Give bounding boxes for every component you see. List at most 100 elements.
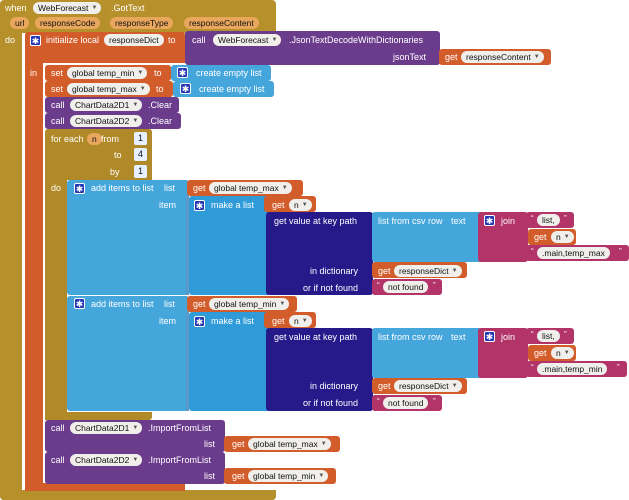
chevron-down-icon: ▼ bbox=[271, 37, 278, 43]
add-item-label: item bbox=[159, 200, 177, 210]
param-response-code[interactable]: responseCode bbox=[35, 17, 101, 29]
quote-icon: ” bbox=[564, 214, 567, 223]
not-found-label: or if not found bbox=[303, 283, 359, 293]
loop-var-n[interactable]: n bbox=[87, 133, 102, 145]
chevron-down-icon: ▼ bbox=[301, 318, 308, 324]
set-temp-min-dropdown[interactable]: global temp_min ▼ bbox=[67, 67, 148, 79]
chevron-down-icon: ▼ bbox=[132, 118, 139, 124]
param-response-type[interactable]: responseType bbox=[110, 17, 174, 29]
json-component-dropdown[interactable]: WebForecast ▼ bbox=[213, 34, 282, 46]
mutator-gear-icon[interactable]: ✱ bbox=[484, 331, 495, 342]
make-a-list-label: make a list bbox=[211, 316, 255, 326]
key-path-label: get value at key path bbox=[274, 332, 358, 342]
get-n-dropdown[interactable]: n ▼ bbox=[289, 315, 312, 327]
get-n-dropdown[interactable]: n ▼ bbox=[551, 231, 574, 243]
csv-label: list from csv row bbox=[378, 216, 443, 226]
import-method-2: .ImportFromList bbox=[148, 455, 212, 465]
get-label: get bbox=[193, 299, 206, 309]
csv-text-label: text bbox=[451, 332, 466, 342]
chevron-down-icon: ▼ bbox=[563, 234, 570, 240]
add-items-block-2[interactable] bbox=[67, 296, 189, 411]
text-list-value[interactable]: list, bbox=[537, 330, 560, 342]
get-dict-dropdown[interactable]: responseDict ▼ bbox=[394, 265, 462, 277]
chevron-down-icon: ▼ bbox=[533, 54, 540, 60]
json-method: .JsonTextDecodeWithDictionaries bbox=[289, 35, 424, 45]
get-label: get bbox=[232, 439, 245, 449]
key-path-label: get value at key path bbox=[274, 216, 358, 226]
get-label: get bbox=[272, 316, 285, 326]
chevron-down-icon: ▼ bbox=[563, 350, 570, 356]
param-response-content[interactable]: responseContent bbox=[184, 17, 259, 29]
mutator-gear-icon[interactable]: ✱ bbox=[177, 67, 188, 78]
init-local-bottom bbox=[25, 483, 185, 491]
mutator-gear-icon[interactable]: ✱ bbox=[180, 83, 191, 94]
not-found-text-value[interactable]: not found bbox=[383, 281, 429, 293]
chevron-down-icon: ▼ bbox=[132, 425, 139, 431]
from-label: from bbox=[101, 134, 119, 144]
for-each-label: for each bbox=[51, 134, 84, 144]
in-dictionary-label: in dictionary bbox=[310, 266, 359, 276]
mutator-gear-icon[interactable]: ✱ bbox=[74, 298, 85, 309]
text-path-value[interactable]: .main,temp_min bbox=[537, 363, 608, 375]
get-list-var-dropdown-1[interactable]: global temp_max ▼ bbox=[209, 182, 292, 194]
clear-chart1-dropdown[interactable]: ChartData2D1 ▼ bbox=[70, 99, 143, 111]
not-found-text-value[interactable]: not found bbox=[383, 397, 429, 409]
quote-icon: ” bbox=[433, 397, 436, 406]
do-label: do bbox=[5, 35, 16, 45]
chevron-down-icon: ▼ bbox=[281, 185, 288, 191]
get-n-dropdown[interactable]: n ▼ bbox=[551, 347, 574, 359]
get-label: get bbox=[534, 232, 547, 242]
text-list-value[interactable]: list, bbox=[537, 214, 560, 226]
set-label: set bbox=[51, 84, 64, 94]
set-to-label: to bbox=[154, 68, 162, 78]
in-label: in bbox=[30, 68, 38, 78]
add-items-label: add items to list bbox=[91, 299, 154, 309]
param-url[interactable]: url bbox=[10, 17, 30, 29]
get-label: get bbox=[378, 381, 391, 391]
from-value[interactable]: 1 bbox=[134, 132, 147, 145]
init-local-label: initialize local bbox=[46, 35, 100, 45]
chevron-down-icon: ▼ bbox=[132, 102, 139, 108]
event-block-bottom bbox=[0, 490, 276, 500]
to-value[interactable]: 4 bbox=[134, 148, 147, 161]
get-dict-dropdown[interactable]: responseDict ▼ bbox=[394, 380, 462, 392]
text-path-value[interactable]: .main,temp_max bbox=[537, 247, 610, 259]
import-chart2-dropdown[interactable]: ChartData2D2 ▼ bbox=[70, 454, 143, 466]
get-n-dropdown[interactable]: n ▼ bbox=[289, 199, 312, 211]
add-items-label: add items to list bbox=[91, 183, 154, 193]
get-list-var-dropdown-2[interactable]: global temp_min ▼ bbox=[209, 298, 290, 310]
mutator-gear-icon[interactable]: ✱ bbox=[194, 200, 205, 211]
chevron-down-icon: ▼ bbox=[451, 268, 458, 274]
add-items-block-1[interactable] bbox=[67, 180, 189, 295]
event-component-dropdown[interactable]: WebForecast ▼ bbox=[33, 2, 102, 14]
local-var-name[interactable]: responseDict bbox=[104, 34, 164, 46]
chevron-down-icon: ▼ bbox=[320, 441, 327, 447]
quote-icon: ” bbox=[617, 363, 620, 372]
loop-do-label: do bbox=[51, 183, 62, 193]
chevron-down-icon: ▼ bbox=[301, 202, 308, 208]
import-list-label-1: list bbox=[204, 439, 215, 449]
mutator-gear-icon[interactable]: ✱ bbox=[484, 215, 495, 226]
to-label: to bbox=[114, 150, 122, 160]
mutator-gear-icon[interactable]: ✱ bbox=[30, 35, 41, 46]
by-value[interactable]: 1 bbox=[134, 165, 147, 178]
for-each-bottom bbox=[45, 412, 132, 420]
get-import-var-dropdown-2[interactable]: global temp_min ▼ bbox=[248, 470, 329, 482]
import-chart1-dropdown[interactable]: ChartData2D1 ▼ bbox=[70, 422, 143, 434]
not-found-label: or if not found bbox=[303, 398, 359, 408]
quote-icon: ” bbox=[433, 281, 436, 290]
get-label: get bbox=[193, 183, 206, 193]
get-import-var-dropdown-1[interactable]: global temp_max ▼ bbox=[248, 438, 331, 450]
mutator-gear-icon[interactable]: ✱ bbox=[74, 183, 85, 194]
create-empty-list-label-2: create empty list bbox=[199, 84, 265, 94]
call-label: call bbox=[51, 100, 65, 110]
add-item-label: item bbox=[159, 316, 177, 326]
get-label: get bbox=[232, 471, 245, 481]
create-empty-list-label-1: create empty list bbox=[196, 68, 262, 78]
chevron-down-icon: ▼ bbox=[139, 86, 146, 92]
set-temp-max-dropdown[interactable]: global temp_max ▼ bbox=[67, 83, 150, 95]
get-label: get bbox=[378, 266, 391, 276]
clear-chart2-dropdown[interactable]: ChartData2D2 ▼ bbox=[70, 115, 143, 127]
mutator-gear-icon[interactable]: ✱ bbox=[194, 316, 205, 327]
get-response-content-dropdown[interactable]: responseContent ▼ bbox=[461, 51, 544, 63]
